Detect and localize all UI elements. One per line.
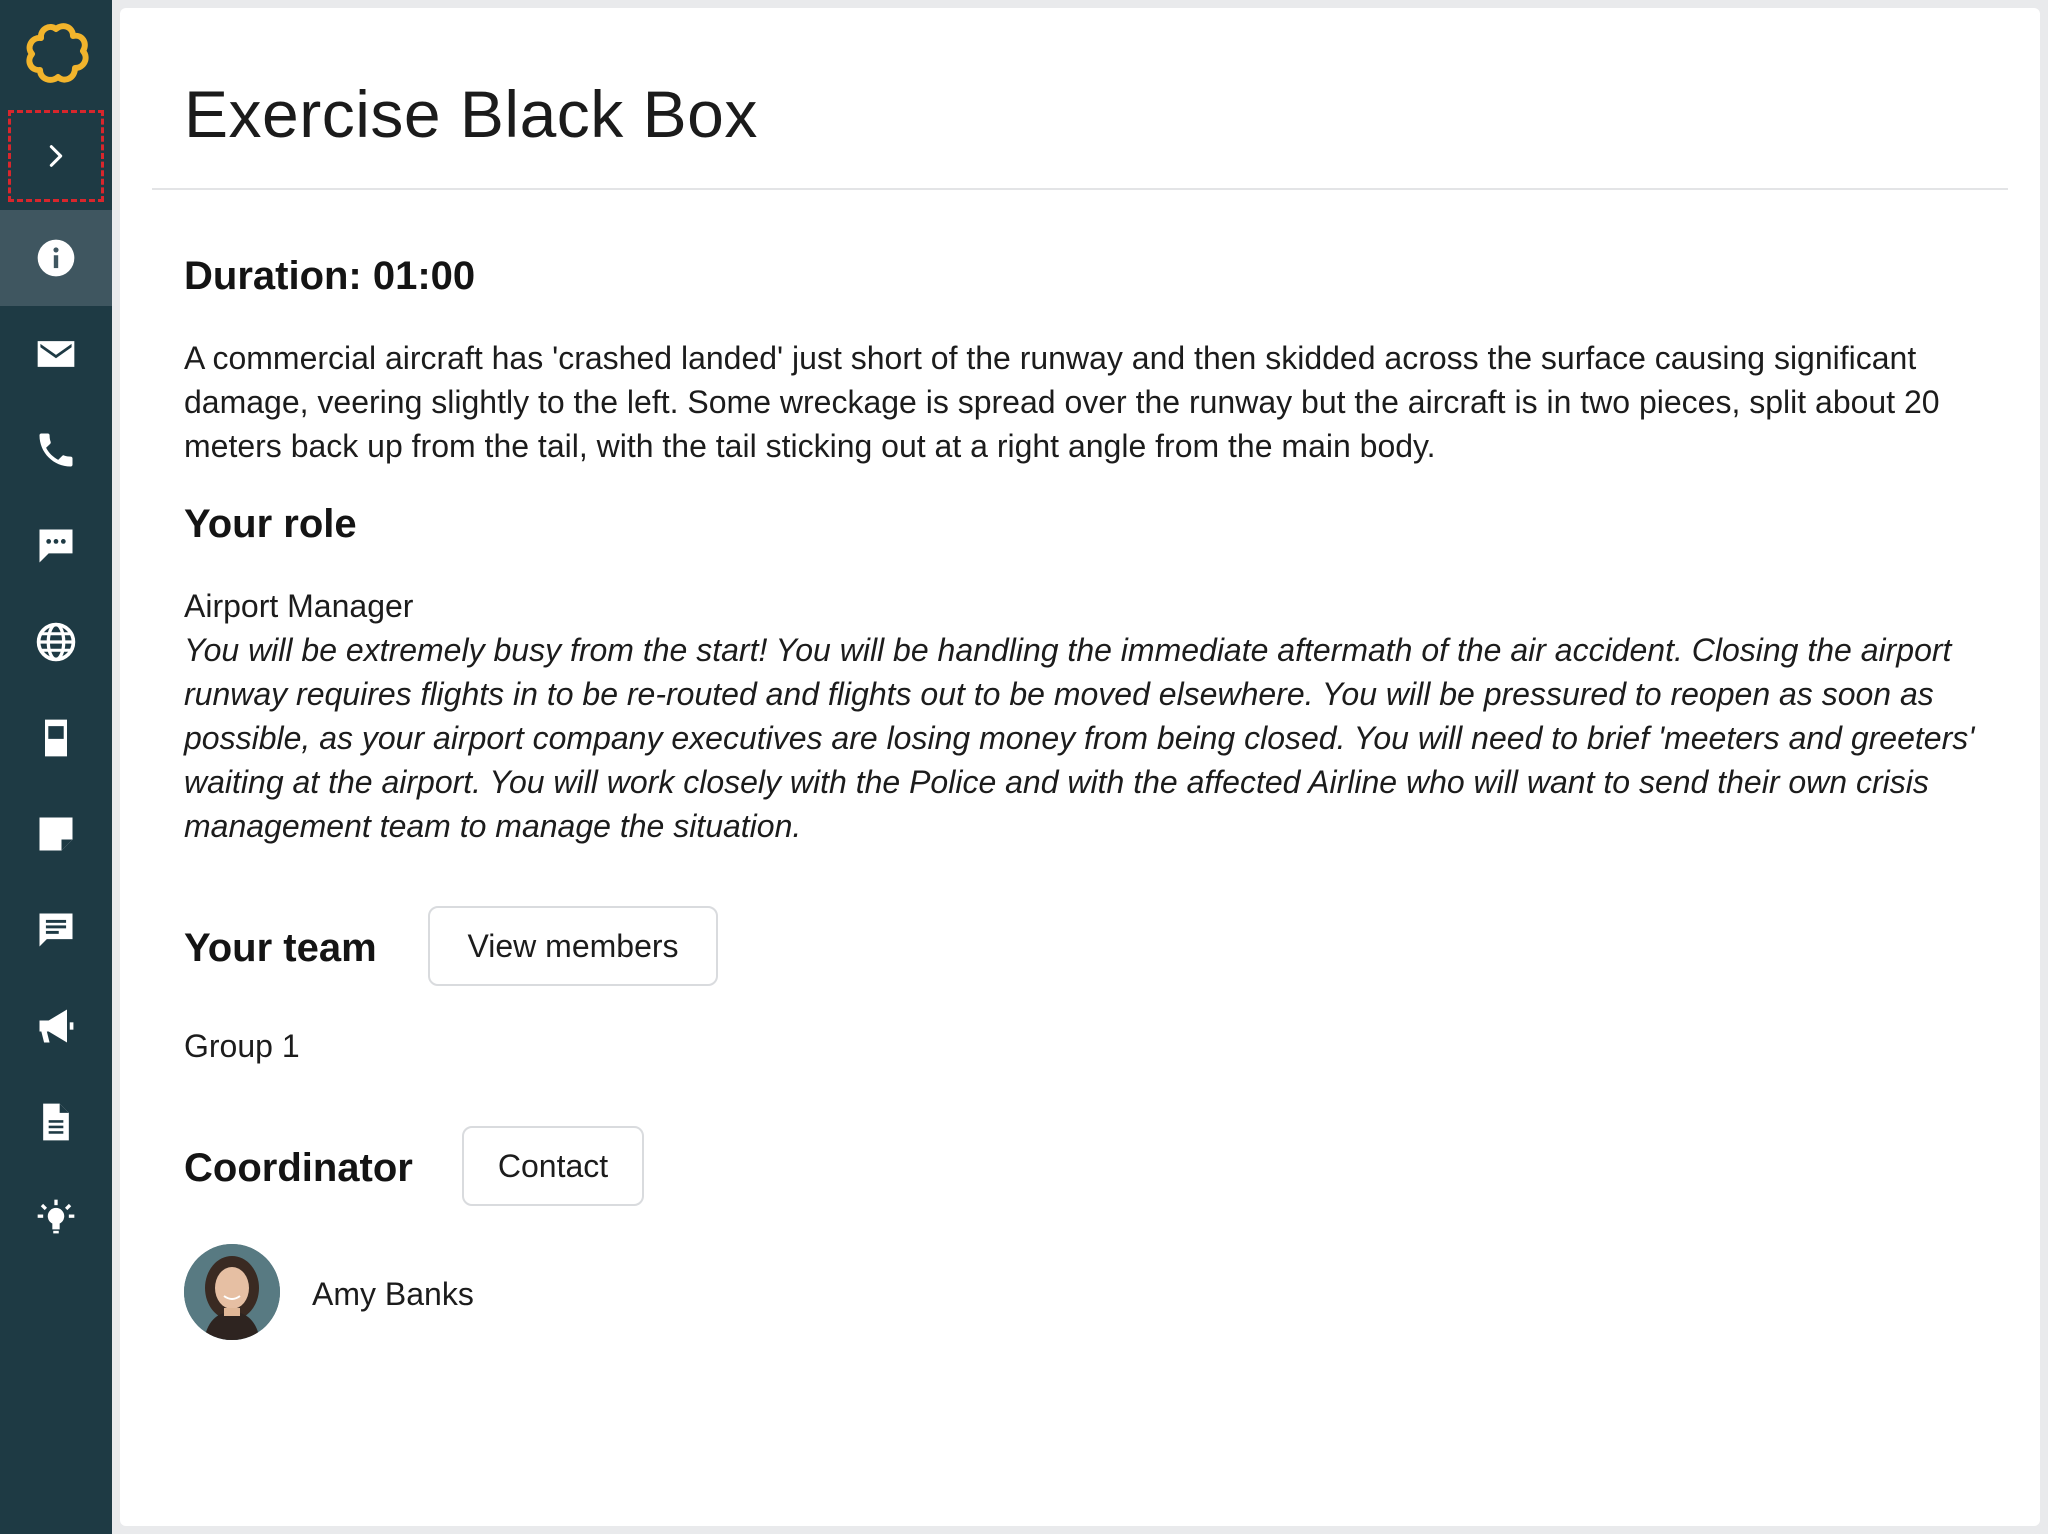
- view-members-button[interactable]: View members: [428, 906, 718, 986]
- megaphone-icon: [39, 1009, 74, 1043]
- nav-item-mobile[interactable]: [0, 690, 112, 786]
- document-icon: [43, 1103, 69, 1141]
- message-lines-icon: [39, 913, 73, 947]
- nav-item-ideas[interactable]: [0, 1170, 112, 1266]
- nav-item-announcements[interactable]: [0, 978, 112, 1074]
- nav-item-notes[interactable]: [0, 786, 112, 882]
- team-heading: Your team: [184, 926, 377, 970]
- coordinator-heading: Coordinator: [184, 1146, 413, 1190]
- nav-item-web[interactable]: [0, 594, 112, 690]
- role-description: You will be extremely busy from the star…: [184, 632, 1975, 844]
- scenario-description: A commercial aircraft has 'crashed lande…: [184, 340, 1940, 464]
- role-name: Airport Manager: [184, 588, 414, 624]
- avatar: [184, 1244, 280, 1340]
- info-icon: [37, 239, 75, 277]
- duration-heading: Duration: 01:00: [184, 254, 476, 298]
- mail-icon: [37, 341, 75, 367]
- phone-icon: [39, 433, 73, 467]
- nav-item-messages[interactable]: [0, 882, 112, 978]
- nav-item-info[interactable]: [0, 210, 112, 306]
- sidebar: [0, 0, 112, 1534]
- lightbulb-icon: [37, 1199, 75, 1234]
- nav-item-chat[interactable]: [0, 498, 112, 594]
- globe-icon: [36, 622, 76, 662]
- note-icon: [39, 817, 73, 851]
- contact-button[interactable]: Contact: [462, 1126, 644, 1206]
- chevron-right-icon: [49, 145, 63, 167]
- page-title: Exercise Black Box: [184, 77, 758, 151]
- avatar-image: [184, 1244, 280, 1340]
- flower-logo-icon: [26, 23, 89, 83]
- main-panel: Exercise Black Box Duration: 01:00 A com…: [120, 8, 2040, 1526]
- title-divider: [152, 188, 2008, 190]
- nav-item-mail[interactable]: [0, 306, 112, 402]
- chat-bubble-dots-icon: [39, 529, 73, 563]
- coordinator-name: Amy Banks: [312, 1276, 474, 1312]
- expand-sidebar-button[interactable]: [8, 110, 104, 202]
- app-logo: [0, 0, 112, 108]
- role-heading: Your role: [184, 502, 357, 546]
- team-group-name: Group 1: [184, 1028, 300, 1064]
- nav-item-phone[interactable]: [0, 402, 112, 498]
- mobile-device-icon: [45, 719, 67, 757]
- nav-item-documents[interactable]: [0, 1074, 112, 1170]
